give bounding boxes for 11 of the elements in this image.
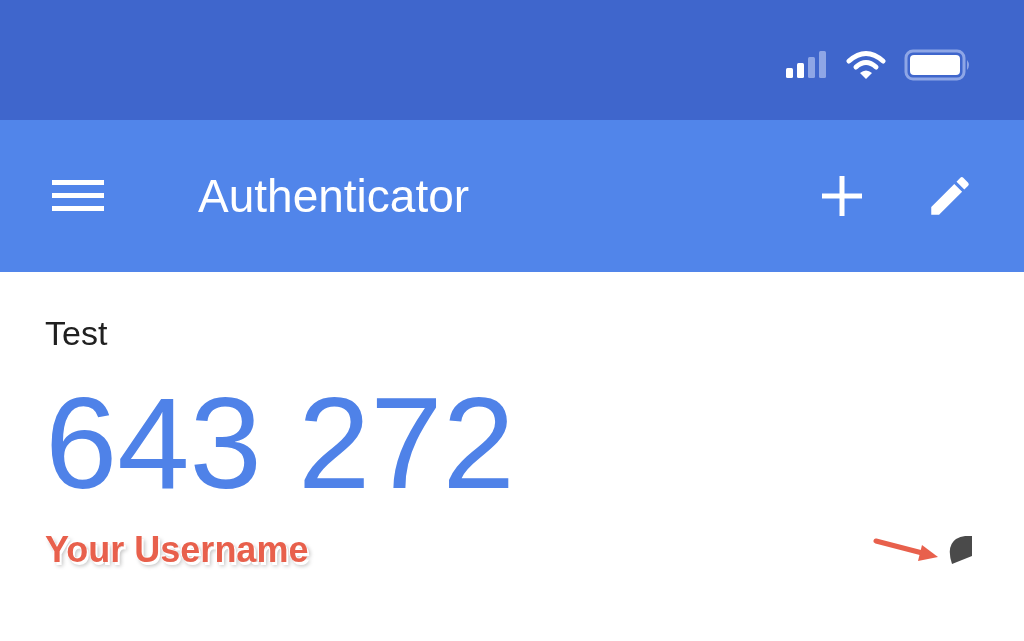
account-issuer: Test	[45, 316, 108, 350]
menu-icon	[52, 178, 104, 214]
verification-code: 643 272	[45, 378, 515, 508]
add-button[interactable]	[820, 174, 864, 218]
countdown-timer-icon	[948, 536, 972, 564]
username-annotation: Your Username	[45, 532, 309, 568]
wifi-icon	[846, 50, 886, 80]
add-icon	[822, 176, 862, 216]
signal-icon	[784, 50, 828, 80]
app-title: Authenticator	[198, 173, 470, 219]
battery-icon	[904, 49, 972, 81]
